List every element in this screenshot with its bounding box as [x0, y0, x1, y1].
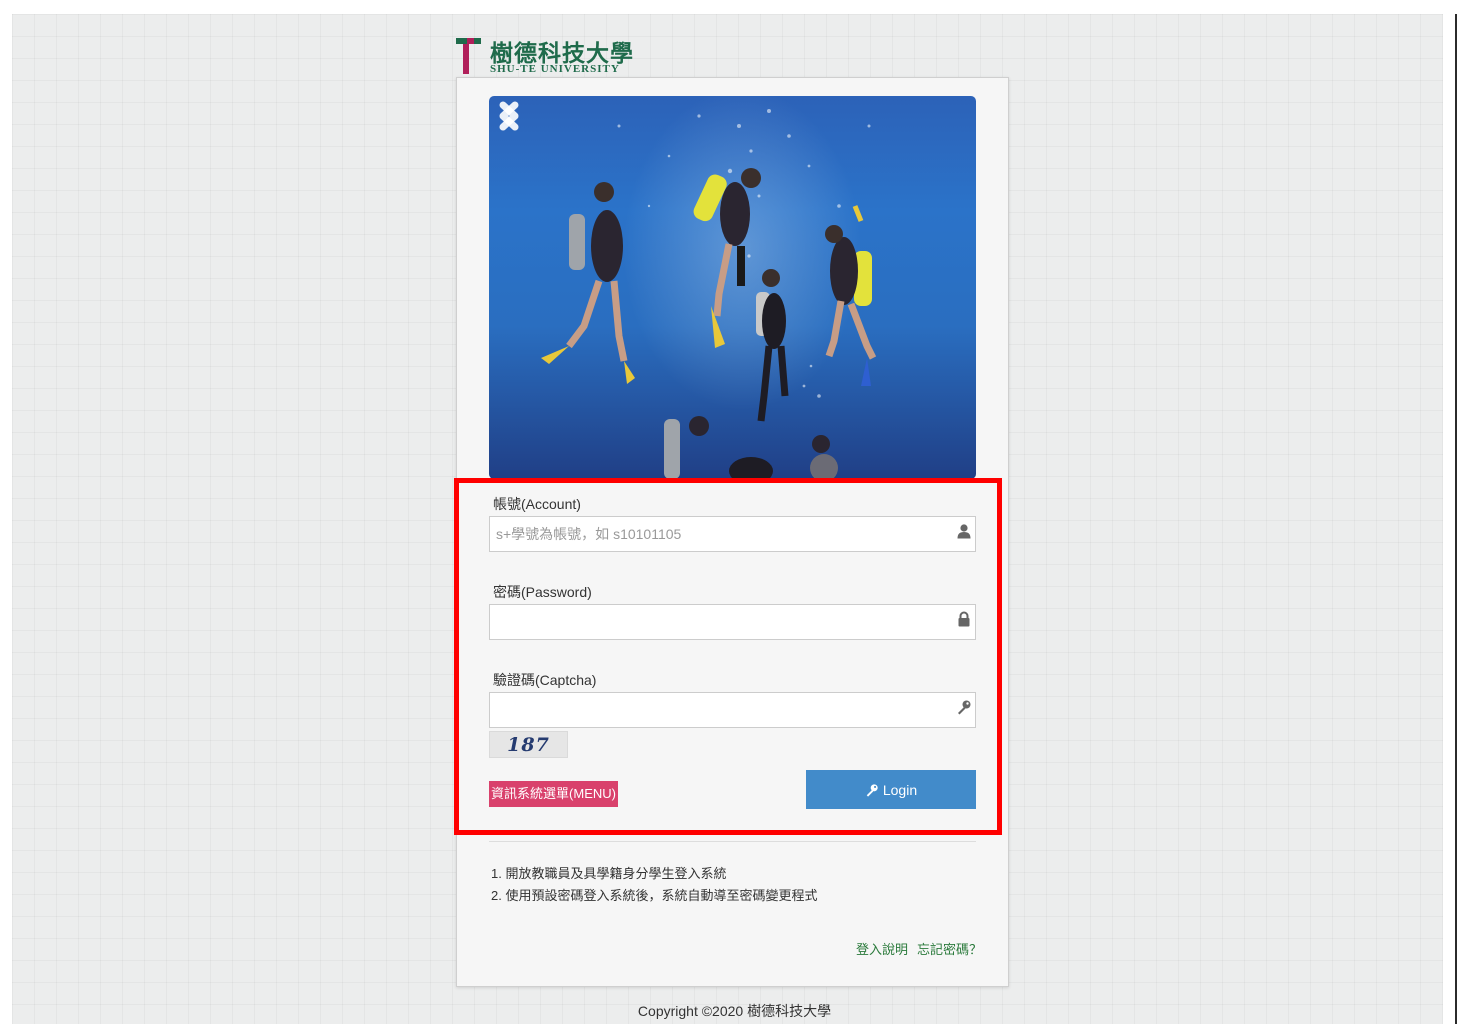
chevron-right-icon — [499, 101, 519, 131]
forgot-password-link[interactable]: 忘記密碼？ — [917, 939, 982, 958]
carousel-next-button[interactable] — [489, 96, 529, 136]
page-edge — [1455, 14, 1457, 1024]
logo-name-en: SHU-TE UNIVERSITY — [490, 63, 620, 75]
logo-mark-stem — [463, 43, 469, 74]
copyright-text: Copyright ©2020 樹德科技大學 — [637, 1003, 832, 1019]
note-item: 2. 使用預設密碼登入系統後，系統自動導至密碼變更程式 — [491, 888, 818, 903]
university-logo: 樹德科技大學 SHU-TE UNIVERSITY — [456, 34, 656, 76]
note-item: 1. 開放教職員及具學籍身分學生登入系統 — [491, 866, 727, 881]
highlight-box — [454, 478, 1002, 835]
logo-mark-dot — [474, 38, 481, 44]
carousel-photo-divers — [541, 109, 877, 479]
image-carousel — [489, 96, 976, 479]
login-help-link[interactable]: 登入說明 — [856, 939, 908, 958]
divider — [489, 841, 976, 842]
